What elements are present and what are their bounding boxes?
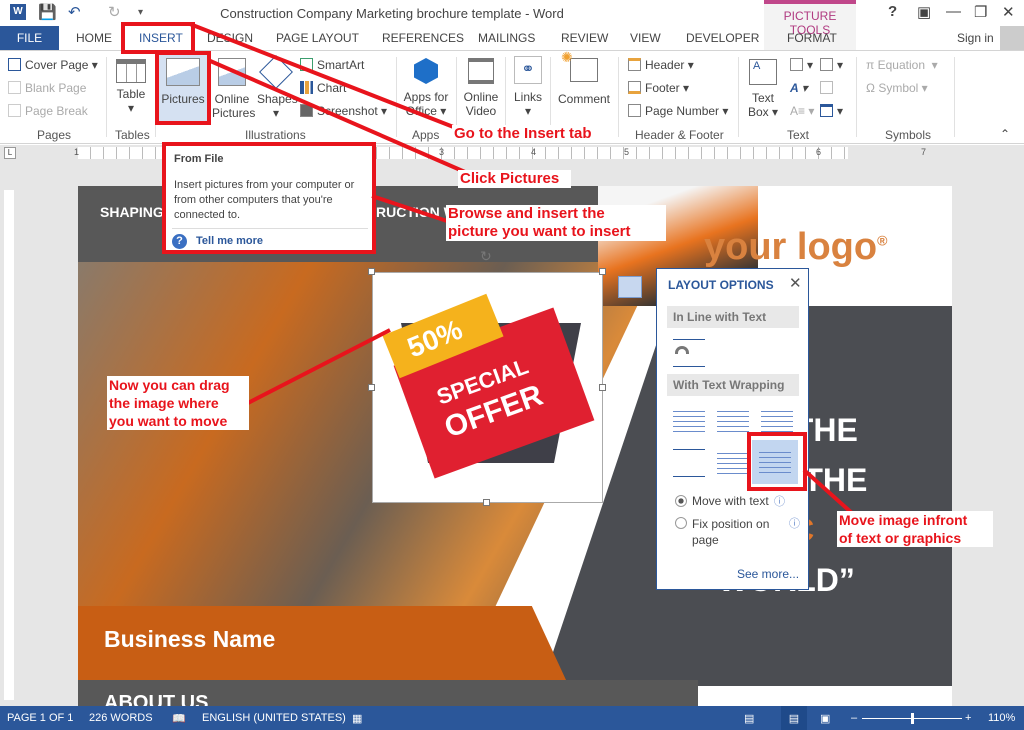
arrow-insert-tab (189, 22, 457, 130)
annotation-browse: Browse and insert the picture you want to… (446, 205, 666, 241)
arrow-drag (247, 328, 391, 405)
annotation-in-front: Move image infront of text or graphics (837, 511, 993, 547)
word-count[interactable]: 226 WORDS (89, 712, 153, 724)
arrow-tooltip (371, 194, 451, 224)
highlight-in-front-option (747, 432, 807, 491)
highlight-pictures (155, 51, 211, 125)
status-bar: PAGE 1 OF 1 226 WORDS 📖 ENGLISH (UNITED … (0, 706, 1024, 730)
web-layout-icon[interactable]: ▣ (820, 712, 830, 725)
zoom-in-button[interactable]: + (965, 712, 971, 724)
zoom-slider-thumb[interactable] (911, 713, 914, 724)
highlight-tooltip (162, 142, 376, 254)
zoom-level[interactable]: 110% (988, 712, 1015, 724)
annotation-insert-tab: Go to the Insert tab (452, 125, 594, 143)
arrow-in-front (802, 468, 855, 516)
macro-icon[interactable]: ▦ (352, 712, 362, 725)
highlight-insert-tab (121, 22, 195, 54)
annotation-click-pictures: Click Pictures (458, 170, 572, 188)
proofing-icon[interactable]: 📖 (172, 712, 186, 725)
page-count[interactable]: PAGE 1 OF 1 (7, 712, 73, 724)
annotation-drag: Now you can drag the image where you want … (107, 376, 249, 430)
print-layout-icon[interactable]: ▤ (781, 706, 807, 730)
read-mode-icon[interactable]: ▤ (744, 712, 754, 725)
zoom-out-button[interactable]: – (851, 712, 857, 724)
annotation-arrows (189, 22, 855, 516)
language[interactable]: ENGLISH (UNITED STATES) (202, 712, 346, 724)
